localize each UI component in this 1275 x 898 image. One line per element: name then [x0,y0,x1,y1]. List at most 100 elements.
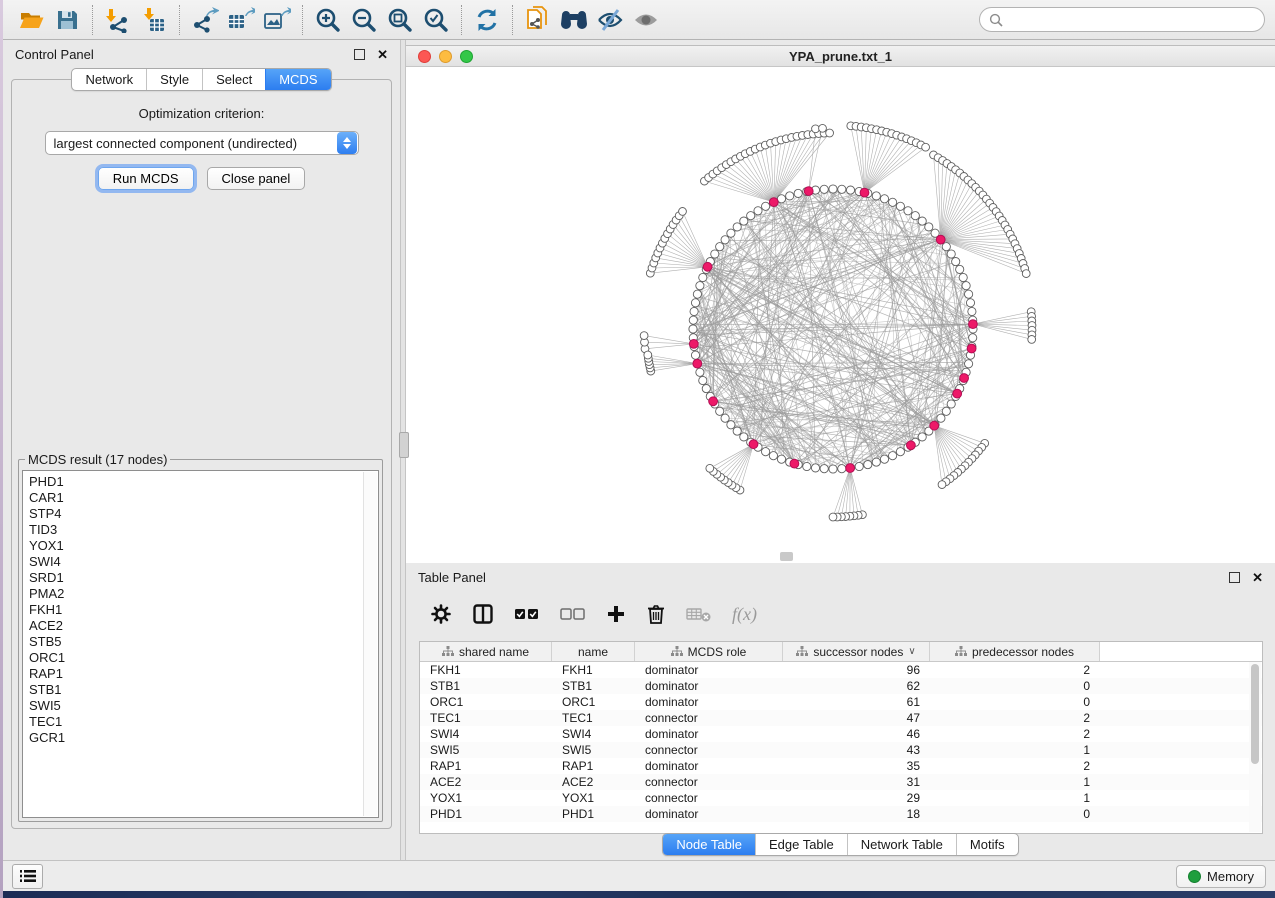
tab-mcds[interactable]: MCDS [265,69,330,90]
zoom-in-icon[interactable] [310,4,346,36]
table-cell[interactable]: PHD1 [420,807,552,821]
table-cell[interactable]: 2 [930,759,1100,773]
table-cell[interactable]: FKH1 [420,663,552,677]
export-network-icon[interactable] [187,4,223,36]
table-cell[interactable]: YOX1 [552,791,635,805]
table-row[interactable]: PHD1PHD1dominator180 [420,806,1262,822]
table-cell[interactable]: connector [635,775,783,789]
table-cell[interactable]: SWI5 [552,743,635,757]
mcds-result-item[interactable]: SWI4 [29,554,378,570]
split-divider-handle[interactable] [399,432,409,458]
table-row[interactable]: SWI4SWI4dominator462 [420,726,1262,742]
clone-network-icon[interactable] [520,4,556,36]
mcds-result-item[interactable]: PHD1 [29,474,378,490]
mcds-result-item[interactable]: STB5 [29,634,378,650]
table-cell[interactable]: SWI5 [420,743,552,757]
memory-button[interactable]: Memory [1176,865,1266,888]
table-cell[interactable]: 1 [930,791,1100,805]
table-cell[interactable]: ORC1 [552,695,635,709]
export-image-icon[interactable] [259,4,295,36]
table-cell[interactable]: ORC1 [420,695,552,709]
table-cell[interactable]: FKH1 [552,663,635,677]
mcds-result-item[interactable]: ORC1 [29,650,378,666]
deselect-all-icon[interactable] [560,607,586,621]
close-panel-button[interactable]: Close panel [207,167,306,190]
mcds-result-item[interactable]: SWI5 [29,698,378,714]
table-cell[interactable]: 1 [930,743,1100,757]
column-header-shared-name[interactable]: shared name [420,642,552,661]
delete-column-icon[interactable] [646,603,666,625]
tab-network[interactable]: Network [72,69,146,90]
table-cell[interactable]: dominator [635,727,783,741]
show-all-icon[interactable] [628,4,664,36]
add-column-icon[interactable] [606,604,626,624]
open-file-icon[interactable] [13,4,49,36]
table-row[interactable]: SWI5SWI5connector431 [420,742,1262,758]
column-header-predecessor-nodes[interactable]: predecessor nodes [930,642,1100,661]
table-row[interactable]: ORC1ORC1dominator610 [420,694,1262,710]
task-history-button[interactable] [12,864,43,889]
table-cell[interactable]: 31 [783,775,930,789]
table-cell[interactable]: 2 [930,727,1100,741]
table-cell[interactable]: connector [635,711,783,725]
table-cell[interactable]: 0 [930,807,1100,821]
table-cell[interactable]: dominator [635,663,783,677]
table-row[interactable]: STB1STB1dominator620 [420,678,1262,694]
mcds-result-item[interactable]: CAR1 [29,490,378,506]
table-cell[interactable]: dominator [635,679,783,693]
mcds-result-item[interactable]: TID3 [29,522,378,538]
function-builder-icon[interactable]: f(x) [732,604,757,625]
refresh-icon[interactable] [469,4,505,36]
table-cell[interactable]: 35 [783,759,930,773]
settings-icon[interactable] [430,603,452,625]
table-cell[interactable]: 1 [930,775,1100,789]
table-row[interactable]: RAP1RAP1dominator352 [420,758,1262,774]
close-table-panel-icon[interactable]: ✕ [1252,573,1263,582]
table-cell[interactable]: connector [635,791,783,805]
delete-table-icon[interactable] [686,605,712,623]
mcds-result-item[interactable]: FKH1 [29,602,378,618]
table-cell[interactable]: ACE2 [552,775,635,789]
table-cell[interactable]: 47 [783,711,930,725]
mcds-result-item[interactable]: STP4 [29,506,378,522]
table-cell[interactable]: RAP1 [552,759,635,773]
table-cell[interactable]: dominator [635,807,783,821]
table-cell[interactable]: STB1 [420,679,552,693]
table-cell[interactable]: 2 [930,663,1100,677]
table-cell[interactable]: dominator [635,695,783,709]
export-table-icon[interactable] [223,4,259,36]
column-header-successor-nodes[interactable]: successor nodes∨ [783,642,930,661]
table-cell[interactable]: 96 [783,663,930,677]
table-cell[interactable]: SWI4 [552,727,635,741]
table-cell[interactable]: 62 [783,679,930,693]
mcds-result-item[interactable]: ACE2 [29,618,378,634]
table-cell[interactable]: TEC1 [552,711,635,725]
tab-network-table[interactable]: Network Table [847,834,956,855]
table-cell[interactable]: YOX1 [420,791,552,805]
mcds-list-scrollbar[interactable] [363,472,377,816]
mcds-result-item[interactable]: PMA2 [29,586,378,602]
table-cell[interactable]: 0 [930,695,1100,709]
import-network-icon[interactable] [100,4,136,36]
close-panel-icon[interactable]: ✕ [377,50,388,59]
mcds-result-item[interactable]: RAP1 [29,666,378,682]
select-all-icon[interactable] [514,607,540,621]
table-cell[interactable]: 43 [783,743,930,757]
table-row[interactable]: FKH1FKH1dominator962 [420,662,1262,678]
table-row[interactable]: ACE2ACE2connector311 [420,774,1262,790]
mcds-result-list[interactable]: PHD1CAR1STP4TID3YOX1SWI4SRD1PMA2FKH1ACE2… [22,470,379,818]
network-graph[interactable] [406,67,1275,564]
table-cell[interactable]: 61 [783,695,930,709]
tab-node-table[interactable]: Node Table [663,834,755,855]
table-cell[interactable]: 2 [930,711,1100,725]
table-scrollbar[interactable] [1249,662,1261,832]
network-window-titlebar[interactable]: YPA_prune.txt_1 [406,46,1275,67]
mcds-result-item[interactable]: YOX1 [29,538,378,554]
tab-motifs[interactable]: Motifs [956,834,1018,855]
tab-edge-table[interactable]: Edge Table [755,834,847,855]
table-cell[interactable]: 46 [783,727,930,741]
zoom-fit-icon[interactable] [382,4,418,36]
optimization-criterion-dropdown[interactable]: largest connected component (undirected) [45,131,359,155]
table-cell[interactable]: 29 [783,791,930,805]
mcds-result-item[interactable]: GCR1 [29,730,378,746]
